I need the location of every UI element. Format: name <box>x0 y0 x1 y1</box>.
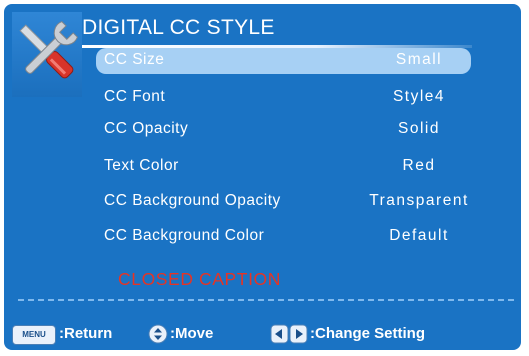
menu-item-cc-background-color[interactable]: CC Background Color Default <box>96 224 471 250</box>
menu-item-text-color[interactable]: Text Color Red <box>96 154 471 180</box>
tools-icon <box>12 12 82 97</box>
menu-item-label: CC Font <box>104 88 166 105</box>
menu-item-value: Red <box>402 157 436 174</box>
move-hint: :Move <box>170 325 214 342</box>
footer-divider <box>18 299 514 301</box>
menu-item-label: CC Background Opacity <box>104 192 281 209</box>
menu-item-cc-opacity[interactable]: CC Opacity Solid <box>96 117 471 143</box>
menu-key-icon: MENU <box>12 325 56 345</box>
page-title: DIGITAL CC STYLE <box>82 16 275 39</box>
menu-item-value: Transparent <box>369 192 469 209</box>
menu-item-value: Small <box>395 51 443 68</box>
osd-panel: DIGITAL CC STYLE CC Size Small CC Font S… <box>4 4 521 350</box>
menu-item-label: Text Color <box>104 157 179 174</box>
menu-item-cc-size[interactable]: CC Size Small <box>96 48 471 74</box>
up-down-key-icon <box>148 324 168 344</box>
menu-item-label: CC Background Color <box>104 227 265 244</box>
return-hint: :Return <box>59 325 113 342</box>
menu-item-cc-font[interactable]: CC Font Style4 <box>96 85 471 111</box>
menu-item-label: CC Opacity <box>104 120 189 137</box>
menu-item-label: CC Size <box>104 51 165 68</box>
left-right-key-icon <box>270 324 308 344</box>
menu-item-value: Solid <box>398 120 440 137</box>
key-help-bar: MENU :Return :Move :Change Setting <box>4 323 521 347</box>
change-setting-hint: :Change Setting <box>310 325 425 342</box>
menu-item-cc-background-opacity[interactable]: CC Background Opacity Transparent <box>96 189 471 215</box>
caption-preview-text: CLOSED CAPTION <box>118 269 282 289</box>
menu-item-value: Default <box>389 227 449 244</box>
menu-item-value: Style4 <box>392 88 446 105</box>
